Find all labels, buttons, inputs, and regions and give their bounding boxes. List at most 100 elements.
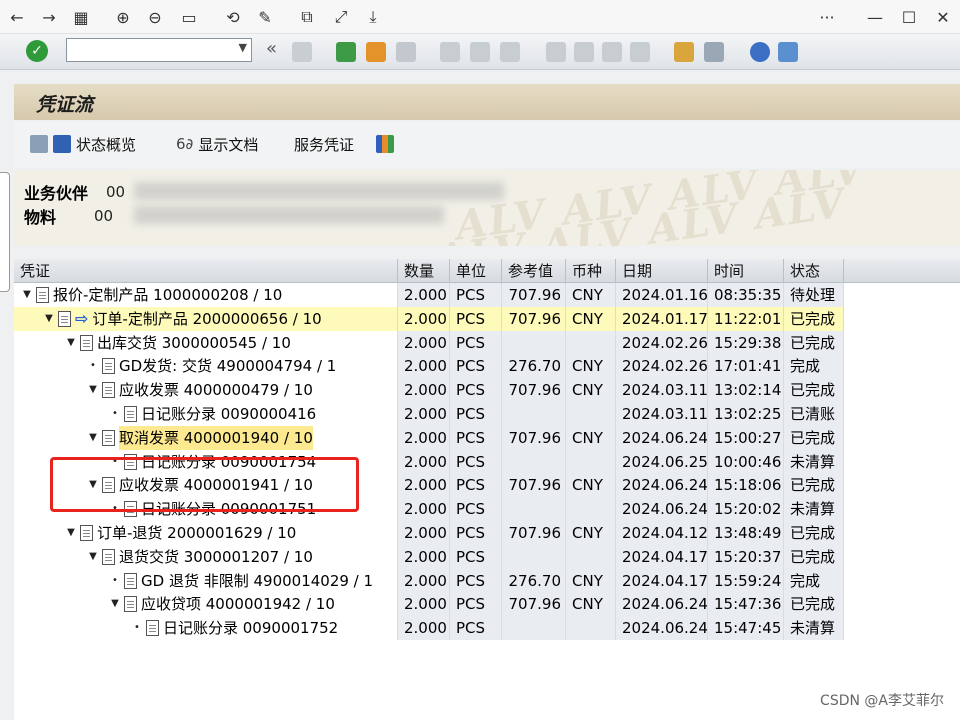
- zoom-in-icon[interactable]: ⊕: [112, 6, 134, 28]
- back-icon[interactable]: ←: [6, 6, 28, 28]
- document-cell[interactable]: • GD发货: 交货 4900004794 / 1: [14, 354, 398, 379]
- command-field[interactable]: ▼: [66, 38, 252, 62]
- save-icon[interactable]: [292, 42, 312, 62]
- table-row[interactable]: ▼ 出库交货 3000000545 / 10 2.000 PCS 2024.02.26 1…: [14, 330, 960, 355]
- document-cell[interactable]: • 日记账分录 0090000416: [14, 402, 398, 426]
- document-cell[interactable]: ▼ 取消发票 4000001940 / 10: [14, 425, 398, 450]
- column-quantity[interactable]: 数量: [398, 259, 450, 283]
- back-sap-icon[interactable]: [336, 42, 356, 62]
- expand-node-icon[interactable]: ▼: [66, 331, 76, 355]
- table-row[interactable]: ▼ 退货交货 3000001207 / 10 2.000 PCS 2024.04.17 1…: [14, 544, 960, 569]
- status-overview-button[interactable]: 状态概览: [30, 132, 136, 156]
- expand-node-icon[interactable]: ▼: [88, 378, 98, 402]
- find-next-icon[interactable]: [500, 42, 520, 62]
- currency-cell: CNY: [566, 354, 616, 379]
- expand-node-icon[interactable]: ▼: [66, 521, 76, 545]
- column-unit[interactable]: 单位: [450, 259, 502, 283]
- last-page-icon[interactable]: [630, 42, 650, 62]
- close-icon[interactable]: ✕: [932, 6, 954, 28]
- quantity-cell: 2.000: [398, 568, 450, 593]
- document-cell[interactable]: ▼ 应收发票 4000000479 / 10: [14, 378, 398, 403]
- expand-node-icon[interactable]: ▼: [22, 283, 32, 307]
- edit-icon[interactable]: ✎: [254, 6, 276, 28]
- column-currency[interactable]: 币种: [566, 259, 616, 283]
- layout-icon[interactable]: [778, 42, 798, 62]
- column-date[interactable]: 日期: [616, 259, 708, 283]
- forward-icon[interactable]: →: [38, 6, 60, 28]
- rotate-icon[interactable]: ⟲: [222, 6, 244, 28]
- fullscreen-icon[interactable]: ⤢: [330, 6, 352, 28]
- table-row[interactable]: ▼ ⇨ 订单-定制产品 2000000656 / 10 2.000 PCS 707.96 C…: [14, 306, 960, 331]
- expand-node-icon[interactable]: ▼: [88, 545, 98, 569]
- date-cell: 2024.06.25: [616, 449, 708, 474]
- currency-cell: [566, 497, 616, 522]
- unit-cell: PCS: [450, 449, 502, 474]
- table-row[interactable]: ▼ 订单-退货 2000001629 / 10 2.000 PCS 707.96 CNY 2…: [14, 521, 960, 545]
- currency-cell: CNY: [566, 306, 616, 331]
- chart-button[interactable]: [376, 132, 394, 156]
- find-icon[interactable]: [470, 42, 490, 62]
- document-cell[interactable]: ▼ 出库交货 3000000545 / 10: [14, 330, 398, 355]
- expand-node-icon[interactable]: ▼: [88, 426, 98, 450]
- column-time[interactable]: 时间: [708, 259, 784, 283]
- side-handle[interactable]: [0, 172, 10, 292]
- document-label: 应收贷项 4000001942 / 10: [141, 595, 335, 614]
- collapse-icon[interactable]: «: [266, 38, 277, 59]
- display-document-button[interactable]: 6∂ 显示文档: [176, 132, 258, 156]
- maximize-icon[interactable]: ☐: [898, 6, 920, 28]
- download-icon[interactable]: ⤓: [362, 6, 384, 28]
- document-cell[interactable]: ▼ 报价-定制产品 1000000208 / 10: [14, 283, 398, 307]
- document-cell[interactable]: ▼ 订单-退货 2000001629 / 10: [14, 521, 398, 545]
- partner-row: 业务伙伴 00: [24, 180, 125, 204]
- document-cell[interactable]: ▼ 退货交货 3000001207 / 10: [14, 544, 398, 569]
- more-icon[interactable]: ···: [816, 6, 838, 28]
- shortcut-icon[interactable]: [704, 42, 724, 62]
- chart-icon: [376, 135, 394, 153]
- unit-cell: PCS: [450, 354, 502, 379]
- table-row[interactable]: • GD发货: 交货 4900004794 / 1 2.000 PCS 276.70 CN…: [14, 354, 960, 379]
- previous-page-icon[interactable]: [574, 42, 594, 62]
- cancel-icon[interactable]: [396, 42, 416, 62]
- column-document[interactable]: 凭证: [14, 259, 398, 283]
- grid-icon[interactable]: ▦: [70, 6, 92, 28]
- minimize-icon[interactable]: —: [864, 6, 886, 28]
- expand-node-icon[interactable]: ▼: [110, 592, 120, 616]
- table-row[interactable]: • GD 退货 非限制 4900014029 / 1 2.000 PCS 276.70 C…: [14, 568, 960, 593]
- reference-value-cell: [502, 330, 566, 355]
- expand-node-icon[interactable]: ▼: [44, 307, 54, 331]
- document-cell[interactable]: ▼ ⇨ 订单-定制产品 2000000656 / 10: [14, 306, 398, 331]
- next-page-icon[interactable]: [602, 42, 622, 62]
- table-row[interactable]: ▼ 取消发票 4000001940 / 10 2.000 PCS 707.96 CNY 20…: [14, 425, 960, 450]
- partner-label: 业务伙伴: [24, 184, 89, 203]
- document-cell[interactable]: • 日记账分录 0090001752: [14, 616, 398, 641]
- new-session-icon[interactable]: [674, 42, 694, 62]
- document-cell[interactable]: ▼ 应收贷项 4000001942 / 10: [14, 592, 398, 617]
- date-cell: 2024.02.26: [616, 354, 708, 379]
- zoom-out-icon[interactable]: ⊖: [144, 6, 166, 28]
- current-document-arrow-icon: ⇨: [75, 308, 89, 328]
- column-status[interactable]: 状态: [784, 259, 844, 283]
- first-page-icon[interactable]: [546, 42, 566, 62]
- service-document-button[interactable]: 服务凭证: [294, 132, 354, 156]
- exit-icon[interactable]: [366, 42, 386, 62]
- table-row[interactable]: ▼ 应收贷项 4000001942 / 10 2.000 PCS 707.96 CNY 20…: [14, 592, 960, 617]
- print-icon[interactable]: [440, 42, 460, 62]
- reference-value-cell: 707.96: [502, 592, 566, 617]
- document-icon: [124, 596, 137, 613]
- table-row[interactable]: • 日记账分录 0090001752 2.000 PCS 2024.06.24 15:47…: [14, 616, 960, 641]
- chevron-down-icon[interactable]: ▼: [239, 41, 247, 54]
- document-cell[interactable]: • GD 退货 非限制 4900014029 / 1: [14, 568, 398, 593]
- unit-cell: PCS: [450, 306, 502, 331]
- enter-icon[interactable]: ✓: [26, 40, 48, 62]
- magnifier-icon: [30, 135, 48, 153]
- copy-icon[interactable]: ⧉: [296, 6, 318, 28]
- currency-cell: [566, 449, 616, 474]
- table-row[interactable]: ▼ 应收发票 4000000479 / 10 2.000 PCS 707.96 CNY 20…: [14, 378, 960, 403]
- fit-icon[interactable]: ▭: [178, 6, 200, 28]
- column-reference[interactable]: 参考值: [502, 259, 566, 283]
- table-row[interactable]: • 日记账分录 0090000416 2.000 PCS 2024.03.11 13:02…: [14, 402, 960, 426]
- table-row[interactable]: ▼ 报价-定制产品 1000000208 / 10 2.000 PCS 707.96 CN…: [14, 283, 960, 307]
- document-icon: [58, 310, 71, 327]
- help-icon[interactable]: [750, 42, 770, 62]
- currency-cell: CNY: [566, 283, 616, 307]
